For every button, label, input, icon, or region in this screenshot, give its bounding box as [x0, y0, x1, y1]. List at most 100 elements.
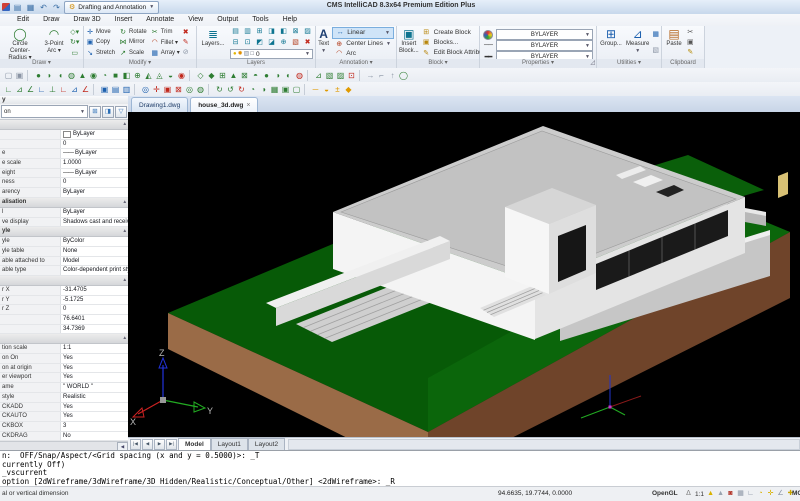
toolbar-icon[interactable]: ⊞	[217, 70, 228, 81]
toolbar-icon[interactable]: ∠	[25, 84, 36, 95]
menu-item-draw-3d[interactable]: Draw 3D	[66, 14, 107, 26]
toolbar-icon[interactable]: ◔	[99, 70, 110, 81]
layers-group-label[interactable]: Layers	[197, 59, 315, 68]
toolbar-icon[interactable]: ↺	[225, 84, 236, 95]
modify-mirror[interactable]: ⋈Mirror	[119, 38, 147, 46]
toolbar-icon[interactable]: ⌐	[376, 70, 387, 81]
toolbar-icon[interactable]: ⊠	[239, 70, 250, 81]
palette-header-button[interactable]: ⊞	[89, 106, 101, 118]
toolbar-icon[interactable]: ◎	[140, 84, 151, 95]
palette-section-header[interactable]: ▴	[0, 276, 128, 286]
toolbar-icon[interactable]: ◖	[55, 70, 66, 81]
group-button[interactable]: ⊞ Group...	[599, 27, 623, 58]
toolbar-icon[interactable]: ⊿	[313, 70, 324, 81]
toolbar-icon[interactable]: ↻	[236, 84, 247, 95]
menu-item-tools[interactable]: Tools	[245, 14, 275, 26]
layers-button[interactable]: ≣ Layers...	[199, 27, 227, 58]
drawing-viewport[interactable]: X Y Z	[128, 112, 800, 437]
copy-icon[interactable]: ▣	[687, 38, 694, 47]
layer-combo[interactable]: ●✹▨□ 0 ▼	[230, 49, 313, 59]
toolbar-icon[interactable]: ◉	[176, 70, 187, 81]
layer-tool-icon[interactable]: ⊞	[254, 27, 265, 37]
palette-row[interactable]: r Z0	[0, 305, 128, 315]
toolbar-icon[interactable]: ▧	[324, 70, 335, 81]
palette-row[interactable]: arencyByLayer	[0, 188, 128, 198]
layer-tool-icon[interactable]: ▧	[290, 38, 301, 48]
model-canvas[interactable]: X Y Z	[128, 112, 800, 437]
toolbar-icon[interactable]: ◇	[195, 70, 206, 81]
toolbar-icon[interactable]: ∟	[58, 84, 69, 95]
modify-trim[interactable]: ✂Trim	[151, 28, 180, 36]
layer-tool-icon[interactable]: ⊠	[290, 27, 301, 37]
toolbar-icon[interactable]: ◔	[247, 84, 258, 95]
toolbar-icon[interactable]: ■	[110, 70, 121, 81]
toolbar-icon[interactable]: ↑	[387, 70, 398, 81]
toolbar-icon[interactable]: ▢	[291, 84, 302, 95]
document-tab-house-3d-dwg[interactable]: house_3d.dwg×	[190, 97, 258, 112]
toolbar-icon[interactable]: ◉	[88, 70, 99, 81]
text-button[interactable]: A Text ▼	[318, 27, 329, 58]
redo-icon[interactable]: ↷	[51, 2, 62, 13]
palette-row[interactable]: CKADDYes	[0, 403, 128, 413]
dialog-launcher-icon[interactable]: ◿	[590, 59, 595, 68]
match-properties-icon[interactable]: ✎	[687, 48, 694, 57]
layer-tool-icon[interactable]: ⊕	[278, 38, 289, 48]
palette-row[interactable]: e——ByLayer	[0, 149, 128, 159]
layer-tool-icon[interactable]: ◪	[266, 38, 277, 48]
toolbar-icon[interactable]: ⊕	[132, 70, 143, 81]
menu-item-draw[interactable]: Draw	[36, 14, 66, 26]
polygon-icon[interactable]: ◇▾	[70, 28, 79, 36]
toolbar-icon[interactable]: ∟	[36, 84, 47, 95]
toolbar-icon[interactable]: ±	[332, 84, 343, 95]
toolbar-icon[interactable]: ◗	[44, 70, 55, 81]
menu-item-insert[interactable]: Insert	[108, 14, 140, 26]
toolbar-icon[interactable]: ◎	[184, 84, 195, 95]
toolbar-icon[interactable]: ●	[33, 70, 44, 81]
renderer-label[interactable]: OpenGL	[652, 490, 678, 497]
status-toggle-icon[interactable]: ◙	[726, 488, 735, 500]
toolbar-icon[interactable]: ∠	[80, 84, 91, 95]
palette-row[interactable]: eight——ByLayer	[0, 169, 128, 179]
layer-tool-icon[interactable]: ✖	[302, 38, 313, 48]
modify-scale[interactable]: ↗Scale	[119, 49, 147, 57]
palette-row[interactable]: yle tableNone	[0, 247, 128, 257]
layout-nav-button[interactable]: ◀	[142, 439, 153, 450]
toolbar-icon[interactable]: ▣	[162, 84, 173, 95]
selection-filter-combo[interactable]: on ▼	[1, 105, 88, 118]
palette-row[interactable]: r X-31.4705	[0, 286, 128, 296]
toolbar-icon[interactable]: ◭	[143, 70, 154, 81]
toolbar-icon[interactable]: ◬	[154, 70, 165, 81]
toolbar-icon[interactable]: ⊡	[346, 70, 357, 81]
palette-section-header[interactable]: alisation▴	[0, 198, 128, 208]
linear-dimension-button[interactable]: ↔ Linear ▼	[332, 27, 394, 39]
palette-row[interactable]: e scale1.0000	[0, 159, 128, 169]
palette-hscrollbar[interactable]: ◀	[0, 441, 128, 450]
menu-item-help[interactable]: Help	[276, 14, 304, 26]
modify-tool-icon[interactable]: ✖	[183, 28, 189, 37]
palette-row[interactable]: 34.7369	[0, 325, 128, 335]
three-point-arc-button[interactable]: ◠ 3-Point Arc ▾	[41, 27, 67, 58]
print-icon[interactable]: ▦	[25, 2, 36, 13]
toolbar-icon[interactable]: ∟	[3, 84, 14, 95]
palette-row[interactable]: ve displayShadows cast and receiv...	[0, 218, 128, 228]
paste-button[interactable]: ▤ Paste	[664, 27, 684, 58]
layer-tool-icon[interactable]: ◩	[254, 38, 265, 48]
status-toggle-icon[interactable]: ∠	[776, 488, 785, 500]
undo-icon[interactable]: ↶	[38, 2, 49, 13]
toolbar-icon[interactable]: ✛	[151, 84, 162, 95]
rectangle-icon[interactable]: ▭	[70, 49, 79, 57]
toolbar-icon[interactable]: ◒	[165, 70, 176, 81]
palette-row[interactable]: 0	[0, 140, 128, 150]
toolbar-icon[interactable]: ◆	[206, 70, 217, 81]
mode-label[interactable]: MO	[792, 490, 800, 497]
palette-section-header[interactable]: ▴	[0, 120, 128, 130]
layout-nav-button[interactable]: |◀	[130, 439, 141, 450]
toolbar-icon[interactable]: ⊠	[173, 84, 184, 95]
quick-select-icon[interactable]: ▦	[652, 30, 659, 39]
document-tab-drawing1-dwg[interactable]: Drawing1.dwg	[131, 97, 188, 112]
toolbar-icon[interactable]: ▥	[121, 84, 132, 95]
layer-tool-icon[interactable]: ▥	[242, 27, 253, 37]
layer-tool-icon[interactable]: ▤	[230, 27, 241, 37]
palette-row[interactable]: on at originYes	[0, 364, 128, 374]
layout-scrollbar-track[interactable]	[288, 439, 800, 450]
